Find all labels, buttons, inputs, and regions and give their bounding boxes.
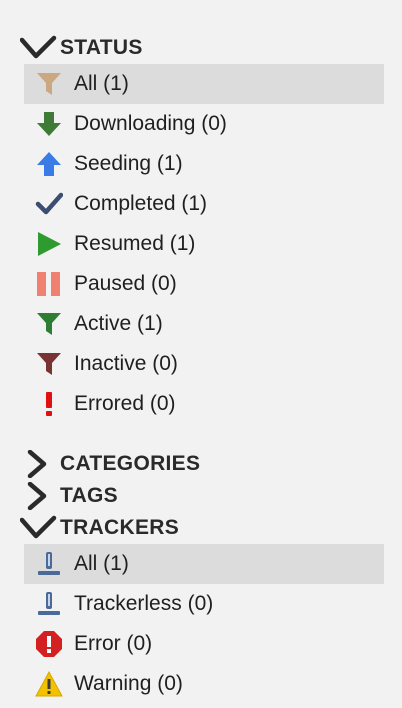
status-item-resumed[interactable]: Resumed (1) <box>24 224 384 264</box>
status-item-label: Paused (0) <box>74 272 177 295</box>
trackers-item-label: All (1) <box>74 552 129 575</box>
trackers-item-error[interactable]: Error (0) <box>24 624 384 664</box>
trackers-item-trackerless[interactable]: Trackerless (0) <box>24 584 384 624</box>
status-item-label: Errored (0) <box>74 392 176 415</box>
chevron-down-icon <box>20 515 57 539</box>
status-item-paused[interactable]: Paused (0) <box>24 264 384 304</box>
categories-section-header[interactable]: CATEGORIES <box>20 450 200 478</box>
error-octagon-icon <box>34 629 64 659</box>
status-item-label: Completed (1) <box>74 192 208 215</box>
status-header-label: STATUS <box>60 36 143 59</box>
filter-icon <box>34 349 64 379</box>
tags-header-label: TAGS <box>60 484 118 507</box>
warning-triangle-icon <box>34 669 64 699</box>
arrow-up-icon <box>34 149 64 179</box>
arrow-down-icon <box>34 109 64 139</box>
status-item-label: Seeding (1) <box>74 152 183 175</box>
filter-icon <box>34 69 64 99</box>
status-item-downloading[interactable]: Downloading (0) <box>24 104 384 144</box>
trackers-item-label: Trackerless (0) <box>74 592 214 615</box>
status-item-label: Resumed (1) <box>74 232 196 255</box>
status-item-active[interactable]: Active (1) <box>24 304 384 344</box>
chevron-down-icon <box>20 35 57 59</box>
trackers-section-header[interactable]: TRACKERS <box>20 514 179 542</box>
status-item-label: All (1) <box>74 72 129 95</box>
filter-icon <box>34 309 64 339</box>
trackers-item-all[interactable]: All (1) <box>24 544 384 584</box>
chevron-right-icon <box>27 450 47 478</box>
status-item-errored[interactable]: Errored (0) <box>24 384 384 424</box>
tracker-icon <box>34 549 64 579</box>
trackers-item-label: Warning (0) <box>74 672 183 695</box>
status-item-inactive[interactable]: Inactive (0) <box>24 344 384 384</box>
status-item-label: Downloading (0) <box>74 112 227 135</box>
pause-icon <box>34 269 64 299</box>
trackers-item-warning[interactable]: Warning (0) <box>24 664 384 704</box>
play-icon <box>34 229 64 259</box>
status-item-completed[interactable]: Completed (1) <box>24 184 384 224</box>
exclamation-icon <box>34 389 64 419</box>
trackers-header-label: TRACKERS <box>60 516 180 539</box>
status-item-all[interactable]: All (1) <box>24 64 384 104</box>
status-item-seeding[interactable]: Seeding (1) <box>24 144 384 184</box>
trackers-item-label: Error (0) <box>74 632 153 655</box>
checkmark-icon <box>34 189 64 219</box>
status-item-label: Active (1) <box>74 312 163 335</box>
tags-section-header[interactable]: TAGS <box>20 482 118 510</box>
tracker-icon <box>34 589 64 619</box>
categories-header-label: CATEGORIES <box>60 452 201 475</box>
chevron-right-icon <box>27 482 47 510</box>
status-section-header[interactable]: STATUS <box>20 34 143 62</box>
status-item-label: Inactive (0) <box>74 352 178 375</box>
